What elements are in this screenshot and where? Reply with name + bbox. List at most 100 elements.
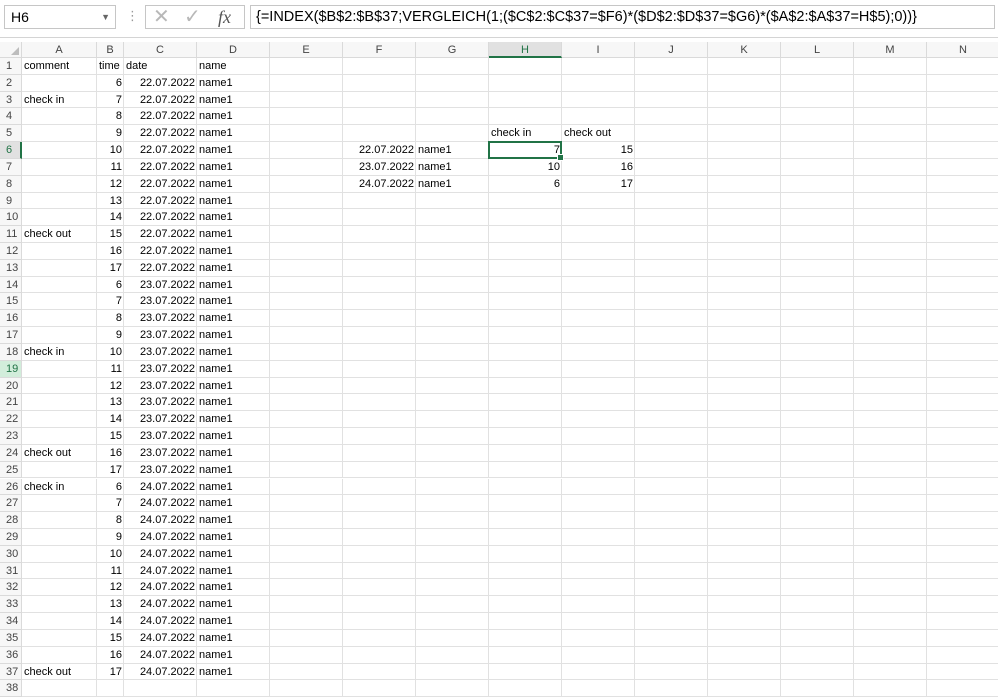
grid-cell[interactable] xyxy=(343,74,416,92)
grid-cell[interactable] xyxy=(22,411,97,429)
column-header-a[interactable]: A xyxy=(22,42,97,58)
grid-cell[interactable] xyxy=(708,444,781,462)
header-cell-date[interactable]: date xyxy=(124,58,197,75)
grid-cell[interactable] xyxy=(562,293,635,311)
grid-cell[interactable] xyxy=(781,377,854,395)
grid-cell[interactable] xyxy=(854,58,927,75)
date-cell[interactable]: 23.07.2022 xyxy=(124,327,197,344)
grid-cell[interactable] xyxy=(635,444,708,462)
grid-cell[interactable] xyxy=(708,91,781,109)
name-box[interactable]: H6 ▼ xyxy=(4,5,116,29)
column-header-b[interactable]: B xyxy=(97,42,124,58)
grid-cell[interactable] xyxy=(708,461,781,479)
grid-cell[interactable] xyxy=(781,327,854,344)
grid-cell[interactable] xyxy=(635,545,708,563)
grid-cell[interactable] xyxy=(489,680,562,697)
header-cell-name[interactable]: name xyxy=(197,58,270,75)
grid-cell[interactable] xyxy=(635,327,708,344)
grid-cell[interactable] xyxy=(270,411,343,429)
grid-cell[interactable] xyxy=(416,259,489,277)
grid-cell[interactable] xyxy=(270,377,343,395)
grid-cell[interactable] xyxy=(22,327,97,344)
grid-cell[interactable] xyxy=(708,360,781,378)
grid-cell[interactable] xyxy=(781,646,854,664)
grid-cell[interactable] xyxy=(781,663,854,681)
grid-cell[interactable] xyxy=(416,125,489,143)
grid-cell[interactable] xyxy=(489,108,562,126)
grid-cell[interactable] xyxy=(270,461,343,479)
grid-cell[interactable] xyxy=(489,411,562,429)
date-cell[interactable]: 23.07.2022 xyxy=(124,394,197,411)
time-cell[interactable]: 9 xyxy=(97,529,124,546)
date-cell[interactable]: 23.07.2022 xyxy=(124,344,197,361)
summary-header-check-out[interactable]: check out xyxy=(562,125,635,142)
grid-cell[interactable] xyxy=(635,562,708,580)
grid-cell[interactable] xyxy=(343,192,416,210)
row-header-29[interactable]: 29 xyxy=(0,528,22,546)
grid-cell[interactable] xyxy=(562,243,635,260)
grid-cell[interactable] xyxy=(708,125,781,143)
grid-cell[interactable] xyxy=(635,125,708,143)
name-cell[interactable]: name1 xyxy=(197,75,270,92)
header-cell-comment[interactable]: comment xyxy=(22,58,97,75)
column-header-l[interactable]: L xyxy=(781,42,854,58)
grid-cell[interactable] xyxy=(562,629,635,647)
time-cell[interactable]: 7 xyxy=(97,92,124,109)
grid-cell[interactable] xyxy=(708,545,781,563)
row-header-7[interactable]: 7 xyxy=(0,158,22,176)
grid-cell[interactable] xyxy=(416,461,489,479)
grid-cell[interactable] xyxy=(489,478,562,496)
grid-cell[interactable] xyxy=(22,175,97,193)
grid-cell[interactable] xyxy=(708,663,781,681)
name-cell[interactable]: name1 xyxy=(197,142,270,159)
grid-cell[interactable] xyxy=(708,175,781,193)
name-cell[interactable]: name1 xyxy=(197,176,270,193)
grid-cell[interactable] xyxy=(854,579,927,597)
grid-cell[interactable] xyxy=(489,226,562,243)
name-cell[interactable]: name1 xyxy=(197,159,270,176)
grid-cell[interactable] xyxy=(22,209,97,227)
grid-cell[interactable] xyxy=(854,394,927,412)
row-header-10[interactable]: 10 xyxy=(0,209,22,227)
grid-cell[interactable] xyxy=(781,158,854,176)
grid-cell[interactable] xyxy=(854,142,927,159)
grid-cell[interactable] xyxy=(416,528,489,546)
date-cell[interactable]: 22.07.2022 xyxy=(124,193,197,210)
time-cell[interactable]: 11 xyxy=(97,563,124,580)
grid-cell[interactable] xyxy=(708,74,781,92)
summary-date-cell[interactable]: 24.07.2022 xyxy=(343,176,416,193)
name-cell[interactable]: name1 xyxy=(197,277,270,294)
grid-cell[interactable] xyxy=(343,125,416,143)
grid-cell[interactable] xyxy=(781,259,854,277)
grid-cell[interactable] xyxy=(270,360,343,378)
row-header-12[interactable]: 12 xyxy=(0,243,22,260)
grid-cell[interactable] xyxy=(489,663,562,681)
row-header-30[interactable]: 30 xyxy=(0,545,22,563)
time-cell[interactable]: 6 xyxy=(97,479,124,496)
row-header-34[interactable]: 34 xyxy=(0,613,22,630)
date-cell[interactable]: 24.07.2022 xyxy=(124,596,197,613)
grid-cell[interactable] xyxy=(416,360,489,378)
date-cell[interactable]: 24.07.2022 xyxy=(124,529,197,546)
grid-cell[interactable] xyxy=(489,343,562,361)
grid-cell[interactable] xyxy=(708,478,781,496)
grid-cell[interactable] xyxy=(562,226,635,243)
grid-cell[interactable] xyxy=(416,91,489,109)
grid-cell[interactable] xyxy=(781,394,854,412)
grid-cell[interactable] xyxy=(635,579,708,597)
grid-cell[interactable] xyxy=(22,646,97,664)
name-cell[interactable]: name1 xyxy=(197,462,270,479)
row-header-26[interactable]: 26 xyxy=(0,478,22,496)
grid-cell[interactable] xyxy=(927,613,998,630)
grid-cell[interactable] xyxy=(562,58,635,75)
time-cell[interactable]: 15 xyxy=(97,226,124,243)
grid-cell[interactable] xyxy=(343,310,416,328)
grid-cell[interactable] xyxy=(708,142,781,159)
grid-cell[interactable] xyxy=(635,209,708,227)
grid-cell[interactable] xyxy=(708,209,781,227)
name-cell[interactable]: name1 xyxy=(197,546,270,563)
row-header-15[interactable]: 15 xyxy=(0,293,22,311)
grid-cell[interactable] xyxy=(854,310,927,328)
grid-cell[interactable] xyxy=(270,596,343,614)
grid-cell[interactable] xyxy=(416,613,489,630)
